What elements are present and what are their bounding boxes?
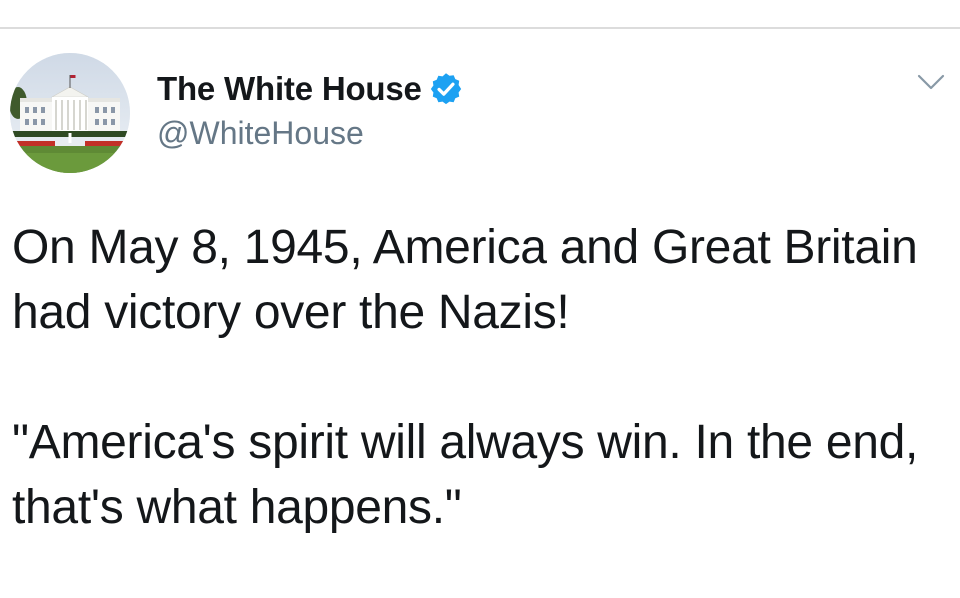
verified-badge-icon (428, 71, 464, 107)
profile-avatar[interactable] (10, 53, 130, 173)
tweet-paragraph: On May 8, 1945, America and Great Britai… (12, 221, 931, 339)
white-house-photo-icon (10, 53, 130, 173)
tweet-card: The White House @WhiteHouse On May 8, 19… (0, 29, 960, 598)
chevron-down-icon[interactable] (916, 71, 946, 93)
author-handle[interactable]: @WhiteHouse (157, 115, 364, 152)
tweet-body: On May 8, 1945, America and Great Britai… (12, 215, 947, 540)
author-name-row[interactable]: The White House (157, 69, 464, 109)
author-display-name[interactable]: The White House (157, 70, 422, 108)
tweet-quote-paragraph: "America's spirit will always win. In th… (12, 416, 932, 534)
